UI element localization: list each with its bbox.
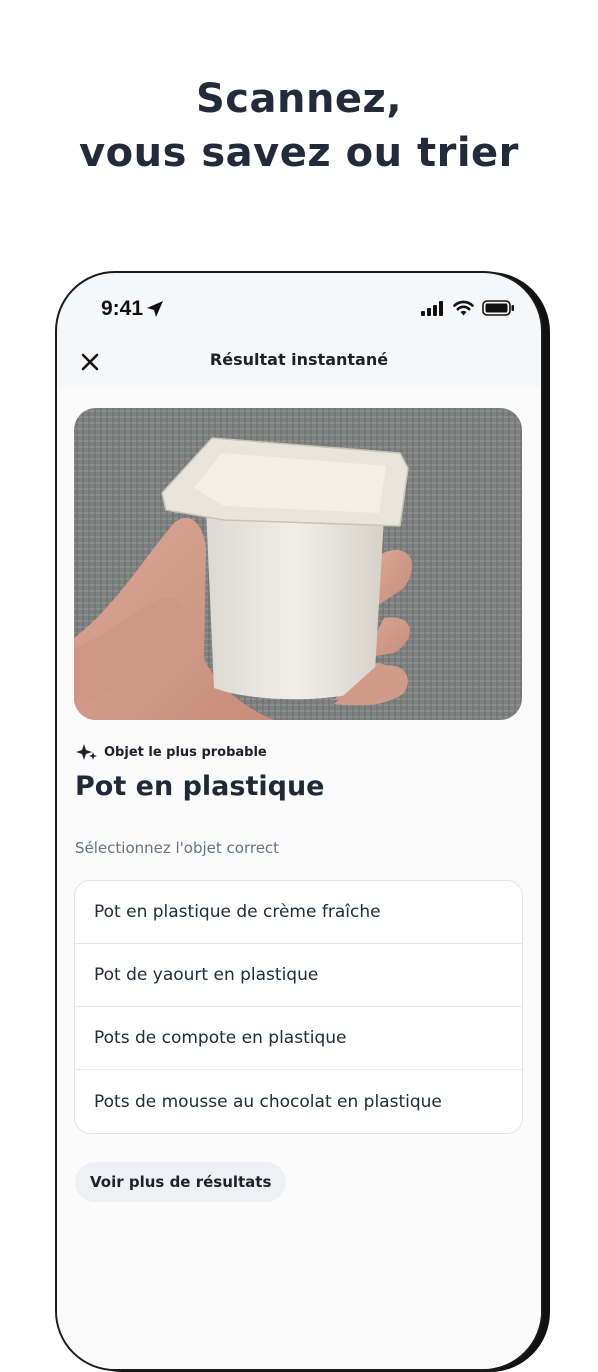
see-more-results-button[interactable]: Voir plus de résultats	[75, 1162, 287, 1202]
status-icons	[421, 300, 515, 316]
wifi-icon	[453, 300, 474, 316]
option-item[interactable]: Pots de compote en plastique	[75, 1007, 522, 1070]
sparkle-icon	[76, 744, 97, 760]
status-bar: 9:41	[57, 273, 541, 345]
signal-icon	[421, 300, 443, 316]
scanned-photo	[74, 408, 522, 720]
headline-line-1: Scannez,	[195, 76, 403, 122]
location-arrow-icon	[147, 301, 163, 317]
option-item[interactable]: Pot de yaourt en plastique	[75, 944, 522, 1007]
select-object-label: Sélectionnez l'objet correct	[75, 839, 280, 857]
probable-label-text: Objet le plus probable	[104, 744, 267, 760]
option-item[interactable]: Pots de mousse au chocolat en plastique	[75, 1070, 522, 1133]
status-time: 9:41	[101, 297, 144, 320]
result-content: Objet le plus probable Pot en plastique …	[57, 387, 541, 1369]
probable-object-label: Objet le plus probable	[76, 743, 267, 761]
phone-frame: 9:41 Résultat instantané Objet le plus p…	[55, 271, 543, 1371]
headline-line-2: vous savez ou trier	[79, 130, 519, 176]
option-item[interactable]: Pot en plastique de crème fraîche	[75, 881, 522, 944]
headline: Scannez, vous savez ou trier	[0, 72, 598, 180]
object-title: Pot en plastique	[75, 771, 325, 802]
nav-title: Résultat instantané	[209, 350, 389, 369]
nav-bar: Résultat instantané	[57, 339, 541, 389]
scanned-photo-image	[74, 408, 522, 720]
object-options-list: Pot en plastique de crème fraîche Pot de…	[74, 880, 523, 1134]
battery-icon	[482, 300, 514, 316]
